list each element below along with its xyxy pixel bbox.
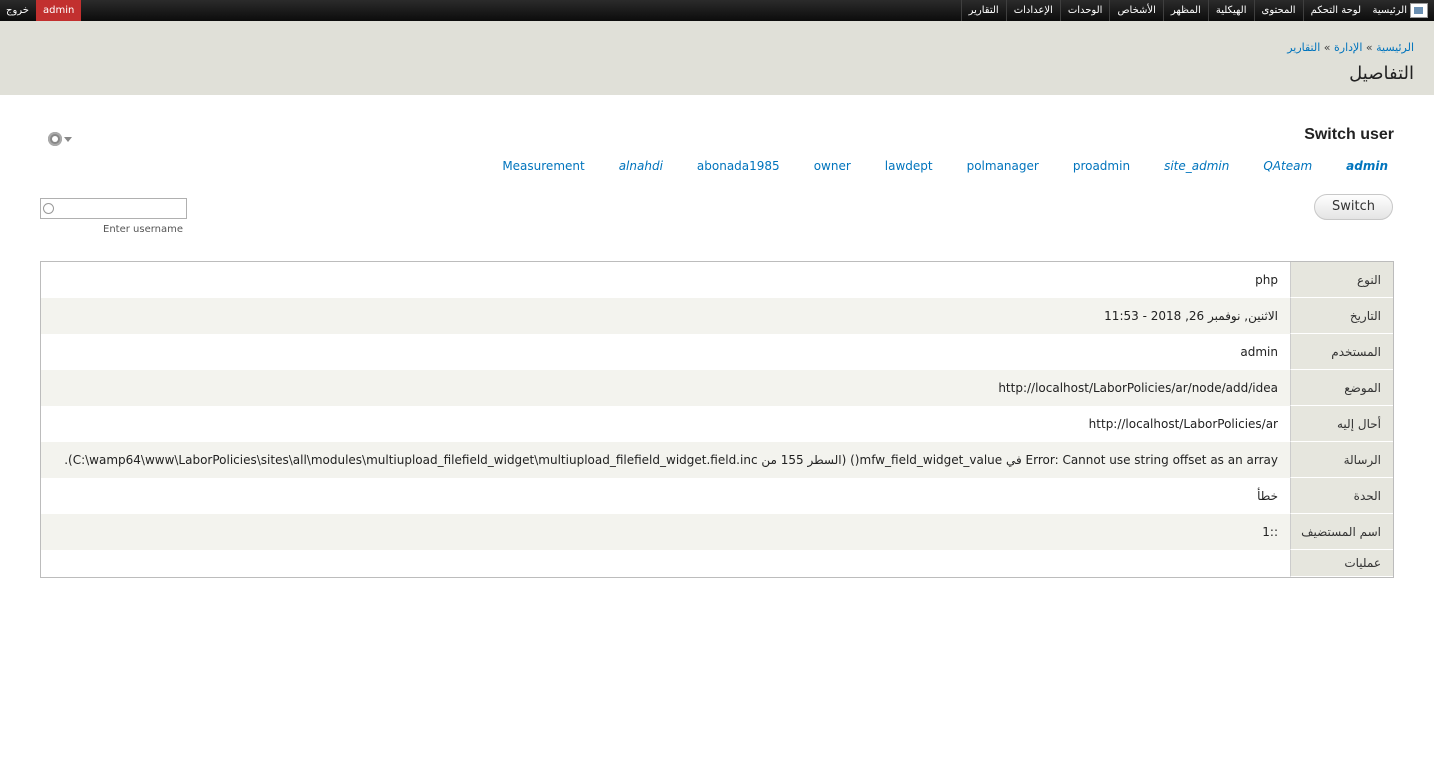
breadcrumb: الرئيسية » الإدارة » التقارير <box>1287 41 1414 54</box>
page-title: التفاصيل <box>1349 63 1414 84</box>
table-row: الحدة خطأ <box>41 478 1393 514</box>
row-label: التاريخ <box>1290 298 1393 334</box>
toolbar-item-configuration[interactable]: الإعدادات <box>1005 0 1060 21</box>
toolbar-item-dashboard[interactable]: لوحة التحكم <box>1302 0 1368 21</box>
table-row: الموضع http://localhost/LaborPolicies/ar/… <box>41 370 1393 406</box>
switch-user-link-alnahdi[interactable]: alnahdi <box>619 159 663 173</box>
row-label: أحال إليه <box>1290 406 1393 442</box>
toolbar-user-link[interactable]: admin <box>36 0 82 21</box>
switch-user-link-admin[interactable]: admin <box>1346 159 1388 173</box>
switch-button[interactable]: Switch <box>1314 194 1393 220</box>
details-table: النوع php التاريخ الاثنين, نوفمبر 26, 2018 … <box>40 261 1394 578</box>
breadcrumb-reports[interactable]: التقارير <box>1287 41 1320 54</box>
toolbar-item-modules[interactable]: الوحدات <box>1059 0 1110 21</box>
toolbar-item-appearance[interactable]: المظهر <box>1162 0 1208 21</box>
row-value: خطأ <box>1257 489 1278 503</box>
autocomplete-throbber-icon <box>43 203 54 214</box>
row-value: Error: Cannot use string offset as an ar… <box>41 442 1290 478</box>
toolbar-logout-link[interactable]: خروج <box>6 0 29 21</box>
row-value: ::1 <box>41 514 1290 550</box>
table-row: اسم المستضيف::1 <box>41 514 1393 550</box>
table-row: الرسالة Error: Cannot use string offset a… <box>41 442 1393 478</box>
switch-user-link-site_admin[interactable]: site_admin <box>1164 159 1229 173</box>
switch-user-link-abonada1985[interactable]: abonada1985 <box>697 159 780 173</box>
row-label: النوع <box>1290 262 1393 298</box>
row-value: php <box>1255 273 1278 287</box>
page-header: الرئيسية » الإدارة » التقارير التفاصيل <box>0 21 1434 95</box>
switch-user-link-qateam[interactable]: QAteam <box>1263 159 1312 173</box>
toolbar-item-reports[interactable]: التقارير <box>960 0 1006 21</box>
row-label: المستخدم <box>1290 334 1393 370</box>
toolbar-item-content[interactable]: المحتوى <box>1253 0 1303 21</box>
row-label: عمليات <box>1290 550 1393 577</box>
row-value[interactable]: admin <box>41 334 1290 370</box>
row-label: اسم المستضيف <box>1290 514 1393 550</box>
breadcrumb-home[interactable]: الرئيسية <box>1376 41 1414 54</box>
toolbar-item-structure[interactable]: الهيكلية <box>1207 0 1254 21</box>
row-label: الموضع <box>1290 370 1393 406</box>
switch-user-link-lawdept[interactable]: lawdept <box>885 159 933 173</box>
gear-icon <box>48 132 62 146</box>
row-value[interactable]: http://localhost/LaborPolicies/ar <box>41 406 1290 442</box>
home-icon <box>1410 3 1428 18</box>
username-input[interactable] <box>40 198 187 219</box>
switch-user-link-polmanager[interactable]: polmanager <box>967 159 1039 173</box>
table-row: التاريخ الاثنين, نوفمبر 26, 2018 - 11:53 <box>41 298 1393 334</box>
switch-user-link-owner[interactable]: owner <box>814 159 851 173</box>
table-row: النوع php <box>41 262 1393 298</box>
table-row: عمليات <box>41 550 1393 577</box>
username-help-text: Enter username <box>103 224 184 235</box>
switch-user-link-measurement[interactable]: Measurement <box>502 159 584 173</box>
switch-user-list: admin QAteam site_admin proadmin polmanager l… <box>502 159 1388 173</box>
row-value <box>41 550 1290 577</box>
admin-toolbar: الرئيسية لوحة التحكم المحتوى الهيكلية ال… <box>0 0 1434 21</box>
toolbar-home-link[interactable]: الرئيسية <box>1373 0 1428 21</box>
breadcrumb-separator: » <box>1362 41 1377 54</box>
row-label: الرسالة <box>1290 442 1393 478</box>
contextual-links-button[interactable] <box>48 130 76 148</box>
table-row: أحال إليه http://localhost/LaborPolicies/… <box>41 406 1393 442</box>
switch-user-title: Switch user <box>1304 126 1394 143</box>
row-label: الحدة <box>1290 478 1393 514</box>
row-value: الاثنين, نوفمبر 26, 2018 - 11:53 <box>41 298 1290 334</box>
switch-user-link-proadmin[interactable]: proadmin <box>1073 159 1130 173</box>
toolbar-menu: لوحة التحكم المحتوى الهيكلية المظهر الأش… <box>960 0 1368 21</box>
breadcrumb-separator: » <box>1320 41 1335 54</box>
chevron-down-icon <box>64 136 72 142</box>
table-row: المستخدم admin <box>41 334 1393 370</box>
toolbar-item-people[interactable]: الأشخاص <box>1109 0 1162 21</box>
breadcrumb-admin[interactable]: الإدارة <box>1334 41 1362 54</box>
toolbar-home-label: الرئيسية <box>1372 5 1407 16</box>
row-value[interactable]: http://localhost/LaborPolicies/ar/node/a… <box>41 370 1290 406</box>
